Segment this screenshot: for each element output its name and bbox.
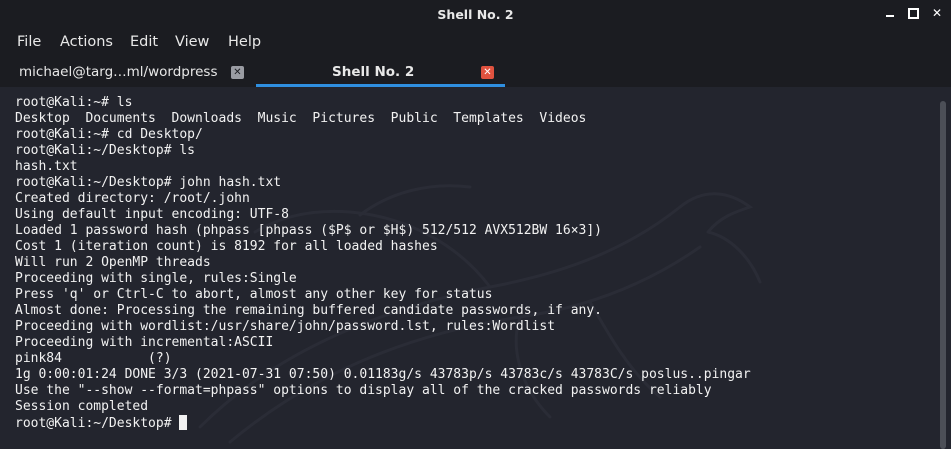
tab-shell-no-2[interactable]: Shell No. 2 ✕ [256,56,505,87]
terminal-line: root@Kali:~# ls [15,95,133,110]
terminal-line: root@Kali:~# cd Desktop/ [15,127,203,142]
scrollbar-thumb[interactable] [940,101,946,449]
tab-close-icon[interactable]: ✕ [231,66,244,79]
maximize-button[interactable] [908,6,919,22]
terminal-output[interactable]: root@Kali:~# ls Desktop Documents Downlo… [0,87,936,449]
minimize-button[interactable] [886,6,894,22]
terminal-prompt-line[interactable]: root@Kali:~/Desktop# [15,415,751,431]
menu-file[interactable]: File [17,34,41,50]
tab-close-icon[interactable]: ✕ [481,66,494,79]
terminal-line: hash.txt [15,159,78,174]
terminal-line: Desktop Documents Downloads Music Pictur… [15,111,587,126]
menu-view[interactable]: View [175,34,209,50]
terminal-line: Cost 1 (iteration count) is 8192 for all… [15,239,438,254]
terminal-line: 1g 0:00:01:24 DONE 3/3 (2021-07-31 07:50… [15,367,751,382]
title-bar: Shell No. 2 ✕ [0,0,951,29]
terminal-line: Almost done: Processing the remaining bu… [15,303,602,318]
terminal-line: Created directory: /root/.john [15,191,250,206]
tab-label: michael@targ…ml/wordpress [19,64,218,80]
terminal-line: Proceeding with single, rules:Single [15,271,297,286]
close-icon: ✕ [932,6,943,20]
terminal-line: root@Kali:~/Desktop# john hash.txt [15,175,282,190]
maximize-icon [908,8,919,19]
scrollbar[interactable] [936,87,951,449]
terminal-line: Proceeding with incremental:ASCII [15,335,274,350]
minimize-icon [886,15,894,17]
window-title: Shell No. 2 [437,7,514,22]
terminal-line: Proceeding with wordlist:/usr/share/john… [15,319,556,334]
text-cursor [179,415,188,430]
terminal-line: Using default input encoding: UTF-8 [15,207,289,222]
tab-bar: michael@targ…ml/wordpress ✕ Shell No. 2 … [0,56,951,87]
tab-label: Shell No. 2 [332,64,415,80]
tab-michael-wordpress[interactable]: michael@targ…ml/wordpress ✕ [7,56,256,87]
terminal-line: Loaded 1 password hash (phpass [phpass (… [15,223,602,238]
terminal-line: Will run 2 OpenMP threads [15,255,211,270]
terminal-text: root@Kali:~# ls Desktop Documents Downlo… [15,95,751,431]
close-window-button[interactable]: ✕ [932,6,942,22]
menu-actions[interactable]: Actions [60,34,113,50]
menu-bar: File Actions Edit View Help [0,29,951,56]
menu-help[interactable]: Help [228,34,261,50]
terminal-line: Press 'q' or Ctrl-C to abort, almost any… [15,287,493,302]
terminal-line: Use the "--show --format=phpass" options… [15,383,712,398]
menu-edit[interactable]: Edit [130,34,158,50]
terminal-line: Session completed [15,399,149,414]
terminal-prompt: root@Kali:~/Desktop# [15,416,180,431]
terminal-line: root@Kali:~/Desktop# ls [15,143,196,158]
terminal-line: pink84 (?) [15,351,172,366]
